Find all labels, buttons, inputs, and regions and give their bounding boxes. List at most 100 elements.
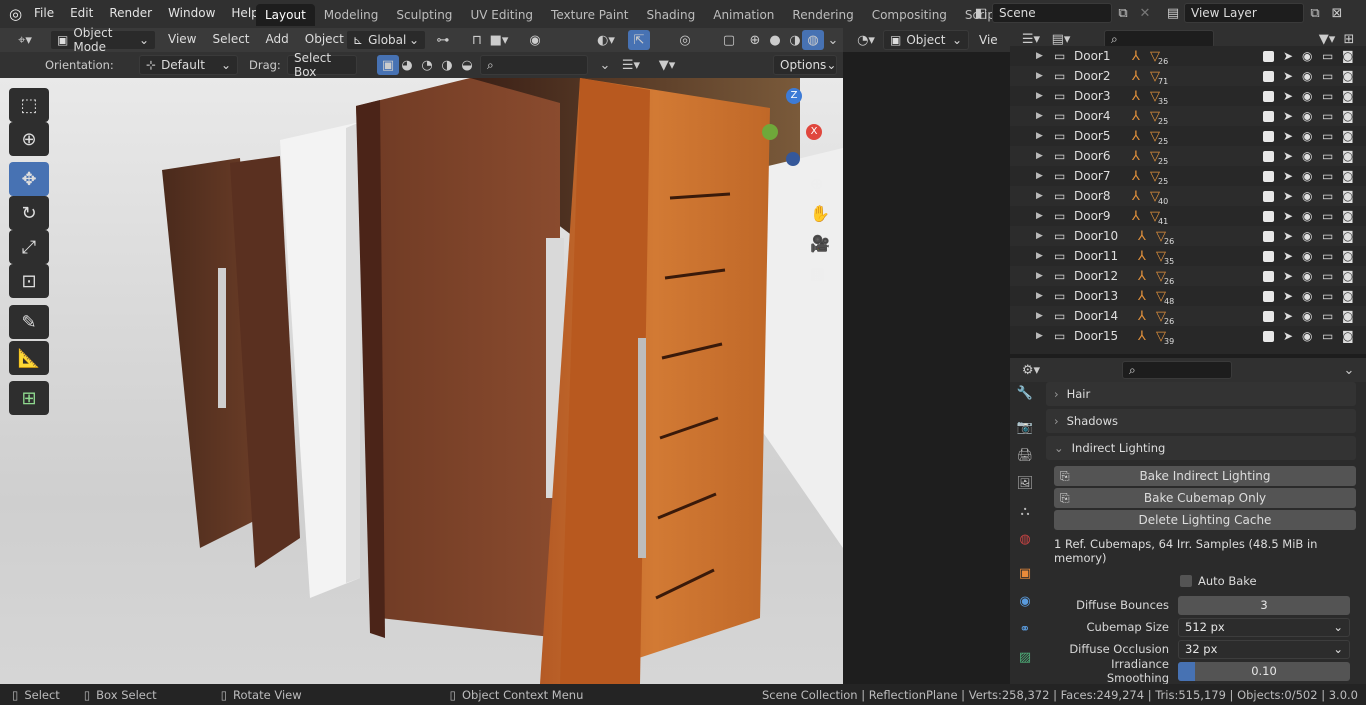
view-layer-copy-icon[interactable]: ⧉ <box>1304 3 1326 23</box>
properties-search-input[interactable]: ⌕ <box>1122 361 1232 379</box>
collection-name[interactable]: Door1 <box>1074 49 1111 63</box>
outliner-row[interactable]: ▶ ▭ Door10 ⅄ ▽ 26 ➤ ◉ ▭ ◙ <box>1010 226 1366 246</box>
monitor-icon[interactable]: ▭ <box>1322 169 1333 183</box>
expand-arrow-icon[interactable]: ▶ <box>1036 251 1043 261</box>
collection-name[interactable]: Door8 <box>1074 189 1111 203</box>
scale-tool[interactable]: ⤢ <box>9 230 49 264</box>
shadows-section[interactable]: › Shadows <box>1046 409 1356 433</box>
visibility-icon[interactable]: ◐▾ <box>595 30 617 50</box>
camera-icon[interactable]: ◙ <box>1342 169 1354 183</box>
expand-arrow-icon[interactable]: ▶ <box>1036 291 1043 301</box>
select-arrow-icon[interactable]: ➤ <box>1283 189 1293 203</box>
ortho-grid-icon[interactable]: ▦ <box>810 264 825 283</box>
monitor-icon[interactable]: ▭ <box>1322 129 1333 143</box>
monitor-icon[interactable]: ▭ <box>1322 69 1333 83</box>
3d-viewport[interactable]: ⬚ ⊕ ✥ ↻ ⤢ ⊡ ✎ 📐 ⊞ Z X ⊕ ✋ 🎥 ▦ <box>0 78 843 684</box>
overlay-icon[interactable]: ◎ <box>674 30 696 50</box>
mode-dropdown[interactable]: ▣ Object Mode ⌄ <box>50 26 156 54</box>
eye-icon[interactable]: ◉ <box>1302 309 1312 323</box>
funnel-icon[interactable]: ▼▾ <box>656 55 678 75</box>
tab-rendering[interactable]: Rendering <box>783 4 862 26</box>
scene-browse-icon[interactable]: ◧ <box>970 3 992 23</box>
include-checkbox[interactable] <box>1263 330 1274 342</box>
outliner-row[interactable]: ▶ ▭ Door6 ⅄ ▽ 25 ➤ ◉ ▭ ◙ <box>1010 146 1366 166</box>
camera-icon[interactable]: ◙ <box>1342 109 1354 123</box>
node-editor-area[interactable] <box>843 52 1010 684</box>
delete-lighting-cache-button[interactable]: Delete Lighting Cache <box>1054 510 1356 530</box>
tab-modeling[interactable]: Modeling <box>315 4 388 26</box>
blender-logo-icon[interactable]: ◎ <box>9 5 22 23</box>
menu-edit[interactable]: Edit <box>62 6 101 20</box>
eye-icon[interactable]: ◉ <box>1302 69 1312 83</box>
collection-name[interactable]: Door9 <box>1074 209 1111 223</box>
collection-name[interactable]: Door6 <box>1074 149 1111 163</box>
collection-name[interactable]: Door3 <box>1074 89 1111 103</box>
monitor-icon[interactable]: ▭ <box>1322 89 1333 103</box>
eye-icon[interactable]: ◉ <box>1302 229 1312 243</box>
outliner-row[interactable]: ▶ ▭ Door7 ⅄ ▽ 25 ➤ ◉ ▭ ◙ <box>1010 166 1366 187</box>
include-checkbox[interactable] <box>1263 270 1274 282</box>
collection-name[interactable]: Door4 <box>1074 109 1111 123</box>
collection-name[interactable]: Door14 <box>1074 309 1118 323</box>
outliner-row[interactable]: ▶ ▭ Door11 ⅄ ▽ 35 ➤ ◉ ▭ ◙ <box>1010 246 1366 267</box>
expand-arrow-icon[interactable]: ▶ <box>1036 191 1043 201</box>
include-checkbox[interactable] <box>1263 170 1274 182</box>
eye-icon[interactable]: ◉ <box>1302 189 1312 203</box>
snap-icon[interactable]: ⊓ <box>466 30 488 50</box>
include-checkbox[interactable] <box>1263 190 1274 202</box>
select-mode-subtract-icon[interactable]: ◔ <box>416 55 438 75</box>
editor-type-icon[interactable]: ⌖▾ <box>14 30 36 50</box>
collection-name[interactable]: Door7 <box>1074 169 1111 183</box>
outliner-row[interactable]: ▶ ▭ Door1 ⅄ ▽ 26 ➤ ◉ ▭ ◙ <box>1010 46 1366 67</box>
include-checkbox[interactable] <box>1263 110 1274 122</box>
camera-view-icon[interactable]: 🎥 <box>810 234 830 253</box>
camera-icon[interactable]: ◙ <box>1342 269 1354 283</box>
outliner-row[interactable]: ▶ ▭ Door14 ⅄ ▽ 26 ➤ ◉ ▭ ◙ <box>1010 306 1366 326</box>
scene-copy-icon[interactable]: ⧉ <box>1112 3 1134 23</box>
rotate-tool[interactable]: ↻ <box>9 196 49 230</box>
select-arrow-icon[interactable]: ➤ <box>1283 49 1293 63</box>
snap-target-icon[interactable]: ■▾ <box>488 30 510 50</box>
scene-close-icon[interactable]: ✕ <box>1134 3 1156 23</box>
tab-animation[interactable]: Animation <box>704 4 783 26</box>
menu-view[interactable]: View <box>160 32 204 46</box>
menu-window[interactable]: Window <box>160 6 223 20</box>
tab-uv-editing[interactable]: UV Editing <box>461 4 542 26</box>
include-checkbox[interactable] <box>1263 150 1274 162</box>
gizmo-y-axis[interactable] <box>762 124 778 140</box>
expand-arrow-icon[interactable]: ▶ <box>1036 331 1043 341</box>
tab-shading[interactable]: Shading <box>637 4 704 26</box>
eye-icon[interactable]: ◉ <box>1302 49 1312 63</box>
transform-orientation-dropdown[interactable]: ⊾ Global ⌄ <box>346 30 426 50</box>
shading-wireframe-icon[interactable]: ⊕ <box>744 30 766 50</box>
property-slider[interactable]: 0.10 <box>1178 661 1350 681</box>
outliner-row[interactable]: ▶ ▭ Door4 ⅄ ▽ 25 ➤ ◉ ▭ ◙ <box>1010 106 1366 126</box>
camera-icon[interactable]: ◙ <box>1342 149 1354 163</box>
camera-icon[interactable]: ◙ <box>1342 329 1354 343</box>
bake-indirect-lighting-button[interactable]: ⎘ Bake Indirect Lighting <box>1054 466 1356 486</box>
property-dropdown[interactable]: 512 px ⌄ <box>1178 617 1350 637</box>
select-arrow-icon[interactable]: ➤ <box>1283 249 1293 263</box>
expand-arrow-icon[interactable]: ▶ <box>1036 91 1043 101</box>
expand-arrow-icon[interactable]: ▶ <box>1036 231 1043 241</box>
select-mode-extend-icon[interactable]: ◕ <box>396 55 418 75</box>
collection-name[interactable]: Door2 <box>1074 69 1111 83</box>
select-mode-invert-icon[interactable]: ◑ <box>436 55 458 75</box>
monitor-icon[interactable]: ▭ <box>1322 209 1333 223</box>
orientation-dropdown[interactable]: ⊹ Default ⌄ <box>139 55 238 75</box>
sort-icon[interactable]: ☰▾ <box>620 55 642 75</box>
camera-icon[interactable]: ◙ <box>1342 229 1354 243</box>
select-mode-intersect-icon[interactable]: ◒ <box>456 55 478 75</box>
collection-name[interactable]: Door15 <box>1074 329 1118 343</box>
view-layer-close-icon[interactable]: ⊠ <box>1326 3 1348 23</box>
options-dropdown[interactable]: Options ⌄ <box>773 55 837 75</box>
camera-icon[interactable]: ◙ <box>1342 289 1354 303</box>
select-arrow-icon[interactable]: ➤ <box>1283 289 1293 303</box>
include-checkbox[interactable] <box>1263 310 1274 322</box>
expand-arrow-icon[interactable]: ▶ <box>1036 311 1043 321</box>
include-checkbox[interactable] <box>1263 70 1274 82</box>
include-checkbox[interactable] <box>1263 230 1274 242</box>
monitor-icon[interactable]: ▭ <box>1322 49 1333 63</box>
shading-options-icon[interactable]: ⌄ <box>822 30 844 50</box>
tab-texture-paint[interactable]: Texture Paint <box>542 4 637 26</box>
